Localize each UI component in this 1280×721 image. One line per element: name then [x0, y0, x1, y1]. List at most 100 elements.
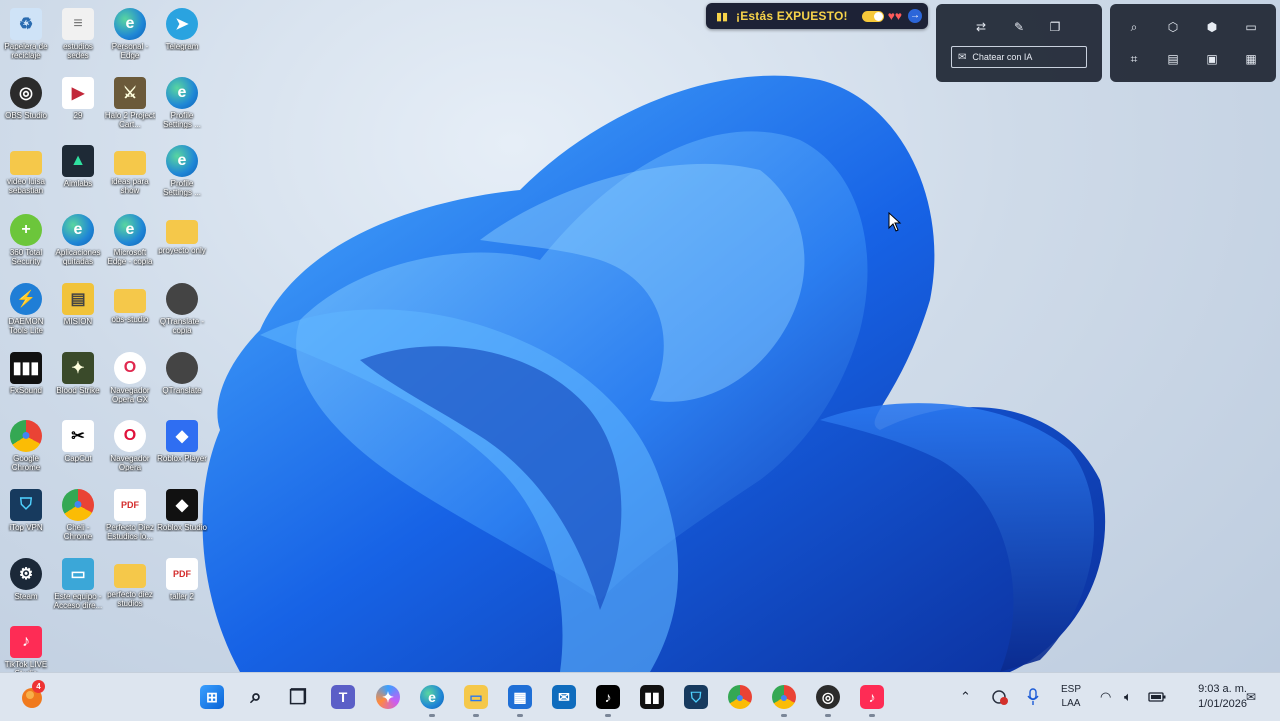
keyboard-layout: LAA	[1061, 698, 1081, 709]
battery-icon[interactable]	[1148, 673, 1166, 721]
language-indicator[interactable]: ESP LAA	[1058, 683, 1084, 711]
desktop-icon[interactable]: ✦ Blood Strike	[52, 348, 104, 416]
arrow-right-icon[interactable]: →	[907, 9, 922, 23]
desktop-icon-label: MISION	[63, 316, 93, 326]
desktop-icon[interactable]: PDF taller 2	[156, 554, 208, 622]
volume-icon[interactable]: 🔈︎	[1124, 673, 1132, 721]
desktop-icon-label: Perfecto Diez Estudios lo...	[105, 522, 155, 541]
desktop-icon[interactable]: ⛉ iTop VPN	[0, 485, 52, 553]
desktop-icon-label: DAEMON Tools Lite	[8, 316, 44, 335]
taskbar-app-obs[interactable]: ◎	[812, 681, 844, 717]
blood-strike-icon: ✦	[62, 351, 94, 384]
cube-icon[interactable]: ⬡	[1162, 16, 1184, 38]
desktop-icon[interactable]: video luisa sebastian	[0, 141, 52, 209]
desktop-icon[interactable]: PDF Perfecto Diez Estudios lo...	[104, 485, 156, 553]
desktop-icon[interactable]: ● Cheli - Chrome	[52, 485, 104, 553]
tray-security-icon[interactable]	[990, 673, 1010, 721]
taskbar-app-search[interactable]: ⌕	[240, 681, 272, 713]
document-icon[interactable]: ▤	[1162, 48, 1184, 70]
desktop-icon[interactable]: e Personal - Edge	[104, 4, 156, 72]
desktop-icon[interactable]: ➤ Telegram	[156, 4, 208, 72]
chat-ai-label: Chatear con IA	[972, 52, 1033, 62]
desktop-icon[interactable]: ⚡ DAEMON Tools Lite	[0, 279, 52, 347]
desktop-icon[interactable]: ▶ 29	[52, 73, 104, 141]
translate-icon[interactable]: ⇄	[970, 16, 992, 38]
desktop-icon[interactable]: e Microsoft Edge - copia	[104, 210, 156, 278]
desktop-icon[interactable]: e Profile Settings ...	[156, 73, 208, 141]
crop-icon[interactable]: ⌗	[1123, 48, 1145, 70]
desktop-icon[interactable]: ◎ OBS Studio	[0, 73, 52, 141]
desktop-icon[interactable]: ● QTranslate - copia	[156, 279, 208, 347]
desktop-icon[interactable]: ⚙ Steam	[0, 554, 52, 622]
desktop-icon[interactable]: ♻ Papelera de reciclaje	[0, 4, 52, 72]
desktop-icon[interactable]: ▮▮▮ FxSound	[0, 348, 52, 416]
aimlabs-icon: ▲	[62, 145, 94, 178]
desktop-icon[interactable]: ✂ CapCut	[52, 416, 104, 484]
desktop-icon[interactable]: ● QTranslate	[156, 348, 208, 416]
exposed-banner[interactable]: ▮▮ ¡Estás EXPUESTO! ♥♥ →	[706, 3, 928, 29]
desktop-icon[interactable]: +360 Total Security	[0, 210, 52, 278]
desktop-icon-label: Steam	[14, 591, 38, 601]
desktop-icon[interactable]: ● Google Chrome	[0, 416, 52, 484]
exposed-toggle[interactable]	[861, 10, 884, 22]
search-icon[interactable]: ⌕	[1123, 16, 1145, 38]
taskbar-app-itop-vpn[interactable]: ⛉	[680, 681, 712, 713]
desktop-icon[interactable]: O Navegador Opera	[104, 416, 156, 484]
desktop-icon[interactable]: obs-studio	[104, 279, 156, 347]
desktop-icon[interactable]: e Profile Settings ...	[156, 141, 208, 209]
taskbar-app-start[interactable]: ⊞	[196, 681, 228, 713]
desktop-icon[interactable]: ⚔ Halo 2 Project Cart...	[104, 73, 156, 141]
image-icon[interactable]: ▣	[1201, 48, 1223, 70]
taskbar-app-chrome[interactable]: ●	[724, 681, 756, 713]
clock-date: 1/01/2026	[1198, 698, 1247, 710]
desktop-icon-label: Google Chrome	[11, 454, 41, 473]
desktop-icon[interactable]: ▭ Este equipo - Acceso dire...	[52, 554, 104, 622]
folder-icon[interactable]: ▭	[1240, 16, 1262, 38]
wifi-icon[interactable]: ◠	[1100, 673, 1111, 721]
microphone-icon[interactable]	[1026, 673, 1040, 721]
folder-icon	[114, 288, 146, 313]
desktop-icon[interactable]: ideas para show	[104, 141, 156, 209]
chrome-icon: ●	[10, 420, 42, 453]
taskbar-app-tiktok[interactable]: ♪	[592, 681, 624, 717]
edge-icon: e	[62, 214, 94, 247]
signal-icon: ▮▮	[715, 10, 729, 23]
language-code: ESP	[1060, 684, 1081, 695]
desktop-icon[interactable]: O Navegador Opera GX	[104, 348, 156, 416]
taskbar-app-store[interactable]: ▦	[504, 681, 536, 717]
edge-icon: e	[166, 145, 198, 178]
taskbar-app-task-view[interactable]: ❐	[282, 681, 314, 713]
document-icon: ≡	[62, 8, 94, 40]
chat-ai-button[interactable]: ✉ Chatear con IA	[951, 46, 1087, 68]
edge-icon: e	[166, 76, 198, 109]
desktop-icon[interactable]: perfecto diez studios	[104, 554, 156, 622]
taskbar-app-copilot[interactable]: ✦	[372, 681, 404, 713]
folder-icon	[114, 563, 146, 588]
pen-icon[interactable]: ✎	[1008, 16, 1030, 38]
running-indicator	[869, 714, 875, 717]
pdf-icon: PDF	[114, 488, 146, 521]
notification-icon[interactable]: ✉	[1246, 673, 1256, 721]
grid-icon[interactable]: ▦	[1240, 48, 1262, 70]
desktop-icon-label: Profile Settings ...	[163, 110, 201, 129]
desktop-icon[interactable]: proyecto only	[156, 210, 208, 278]
show-hidden-icons-button[interactable]: ⌃	[960, 673, 971, 721]
clock[interactable]: 9:03 a. m. 1/01/2026	[1175, 682, 1247, 712]
cube-add-icon[interactable]: ⬢	[1201, 16, 1223, 38]
opera-gx-icon: O	[114, 351, 146, 384]
taskbar-app-outlook[interactable]: ✉	[548, 681, 580, 713]
desktop-icon[interactable]: ▲ Aimlabs	[52, 141, 104, 209]
taskbar-app-chrome-profile[interactable]: ●	[768, 681, 800, 717]
desktop-icon[interactable]: e Aplicaciones quitadas	[52, 210, 104, 278]
taskbar-app-edge[interactable]: e	[416, 681, 448, 717]
taskbar-app-fxsound[interactable]: ▮▮	[636, 681, 668, 713]
taskbar-app-file-explorer[interactable]: ▭	[460, 681, 492, 717]
taskbar-app-tiktok-live[interactable]: ♪	[856, 681, 888, 717]
taskbar-app-teams[interactable]: T	[327, 681, 359, 713]
desktop-icon[interactable]: ◆ Roblox Studio	[156, 485, 208, 553]
desktop-icon[interactable]: ≡ estudios sedes	[52, 4, 104, 72]
copy-icon[interactable]: ❐	[1044, 16, 1066, 38]
desktop-icon[interactable]: ▤ MISION	[52, 279, 104, 347]
desktop-icon[interactable]: ◆ Roblox Player	[156, 416, 208, 484]
clock-time: 9:03 a. m.	[1198, 683, 1247, 695]
